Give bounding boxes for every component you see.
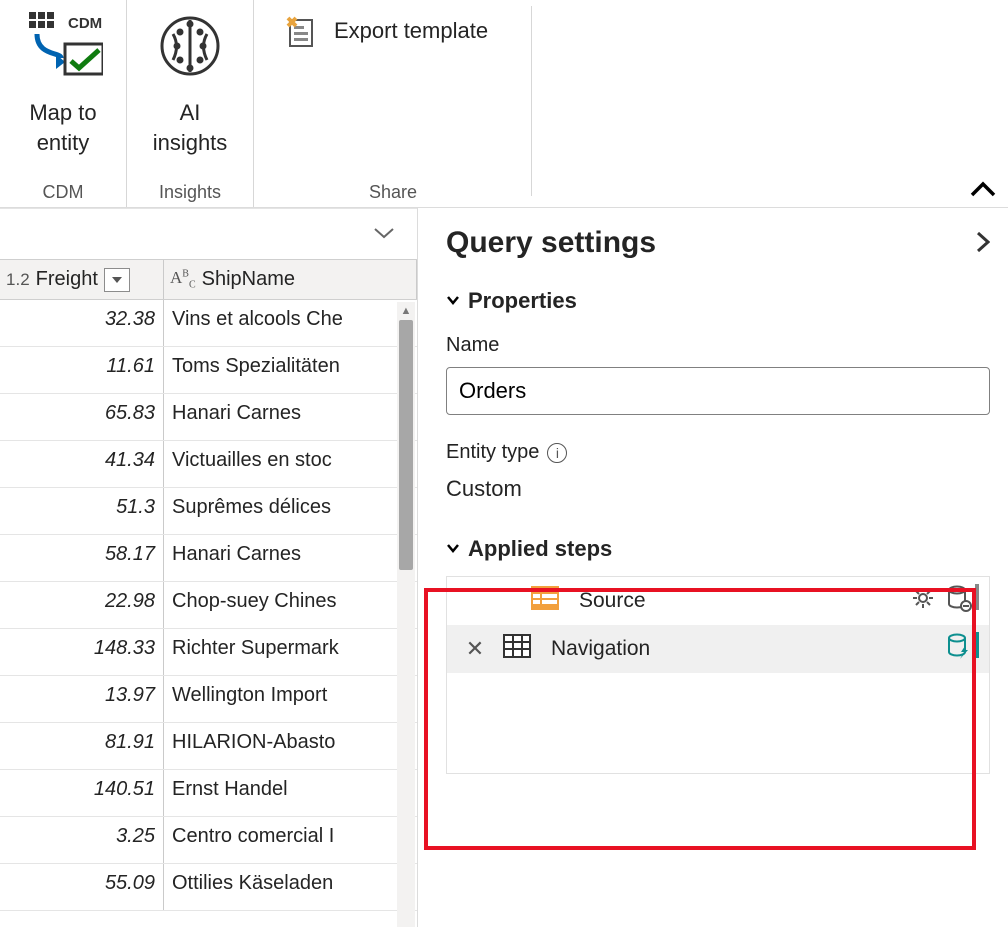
entity-type-label: Entity type (446, 441, 539, 464)
cell-freight[interactable]: 58.17 (0, 535, 164, 581)
cell-shipname[interactable]: Centro comercial I (164, 817, 417, 863)
body: 1.2 Freight ABC ShipName 32.38Vins et al… (0, 208, 1008, 927)
step-type-icon (499, 634, 535, 664)
data-preview-pane: 1.2 Freight ABC ShipName 32.38Vins et al… (0, 208, 418, 927)
table-row[interactable]: 55.09Ottilies Käseladen (0, 864, 417, 911)
grid-body[interactable]: 32.38Vins et alcools Che11.61Toms Spezia… (0, 300, 417, 927)
ribbon-group-label-insights: Insights (127, 182, 253, 203)
cell-shipname[interactable]: Suprêmes délices (164, 488, 417, 534)
step-name: Source (573, 589, 901, 613)
entity-type-value: Custom (446, 476, 990, 502)
table-row[interactable]: 81.91HILARION-Abasto (0, 723, 417, 770)
cell-shipname[interactable]: Richter Supermark (164, 629, 417, 675)
export-template-label: Export template (334, 18, 488, 44)
export-template-button[interactable]: Export template (272, 6, 498, 56)
cell-shipname[interactable]: Toms Spezialitäten (164, 347, 417, 393)
cell-freight[interactable]: 13.97 (0, 676, 164, 722)
applied-step[interactable]: ✕ Navigation (447, 625, 989, 673)
cell-freight[interactable]: 11.61 (0, 347, 164, 393)
cell-shipname[interactable]: Hanari Carnes (164, 394, 417, 440)
ribbon-group-insights: AIinsights Insights (127, 0, 254, 207)
datasource-icon[interactable] (945, 584, 979, 618)
table-row[interactable]: 41.34Victuailles en stoc (0, 441, 417, 488)
table-row[interactable]: 11.61Toms Spezialitäten (0, 347, 417, 394)
scroll-thumb[interactable] (399, 320, 413, 570)
table-row[interactable]: 51.3Suprêmes délices (0, 488, 417, 535)
text-type-icon: ABC (170, 268, 196, 290)
gear-icon[interactable] (911, 586, 935, 616)
cell-shipname[interactable]: Vins et alcools Che (164, 300, 417, 346)
cell-shipname[interactable]: Ottilies Käseladen (164, 864, 417, 910)
ribbon-group-label-cdm: CDM (0, 182, 126, 203)
formula-bar-expand-icon[interactable] (373, 223, 395, 246)
column-filter-button[interactable] (104, 268, 130, 292)
table-row[interactable]: 148.33Richter Supermark (0, 629, 417, 676)
map-to-entity-icon: CDM (18, 6, 108, 92)
export-template-icon (282, 12, 320, 50)
scroll-up-icon[interactable]: ▲ (397, 302, 415, 320)
column-header-freight[interactable]: 1.2 Freight (0, 260, 164, 299)
cell-shipname[interactable]: HILARION-Abasto (164, 723, 417, 769)
applied-steps-list: Source ✕ Navigation (446, 576, 990, 774)
table-row[interactable]: 65.83Hanari Carnes (0, 394, 417, 441)
ai-insights-button[interactable]: AIinsights (145, 6, 235, 157)
step-type-icon (527, 586, 563, 616)
decimal-type-icon: 1.2 (6, 270, 30, 290)
cell-freight[interactable]: 51.3 (0, 488, 164, 534)
cell-shipname[interactable]: Ernst Handel (164, 770, 417, 816)
step-name: Navigation (545, 637, 925, 661)
table-row[interactable]: 3.25Centro comercial I (0, 817, 417, 864)
ribbon: CDM Map toentity CDM (0, 0, 1008, 208)
query-settings-expand-icon[interactable] (976, 230, 990, 257)
cell-shipname[interactable]: Hanari Carnes (164, 535, 417, 581)
chevron-down-icon (446, 540, 460, 558)
cell-freight[interactable]: 3.25 (0, 817, 164, 863)
delete-step-icon[interactable]: ✕ (461, 636, 489, 662)
ribbon-group-cdm: CDM Map toentity CDM (0, 0, 127, 207)
cell-freight[interactable]: 22.98 (0, 582, 164, 628)
datasource-icon[interactable] (945, 632, 979, 666)
table-row[interactable]: 22.98Chop-suey Chines (0, 582, 417, 629)
cell-shipname[interactable]: Chop-suey Chines (164, 582, 417, 628)
info-icon[interactable]: i (547, 443, 567, 463)
column-header-shipname[interactable]: ABC ShipName (164, 260, 417, 299)
svg-text:CDM: CDM (68, 15, 102, 32)
cell-freight[interactable]: 65.83 (0, 394, 164, 440)
name-label: Name (446, 334, 990, 357)
ai-insights-label: AIinsights (153, 98, 228, 157)
grid-header-row: 1.2 Freight ABC ShipName (0, 260, 417, 300)
cell-shipname[interactable]: Wellington Import (164, 676, 417, 722)
cell-freight[interactable]: 32.38 (0, 300, 164, 346)
table-row[interactable]: 140.51Ernst Handel (0, 770, 417, 817)
ribbon-collapse-button[interactable] (970, 175, 996, 201)
cell-freight[interactable]: 55.09 (0, 864, 164, 910)
cell-freight[interactable]: 81.91 (0, 723, 164, 769)
ai-insights-icon (145, 6, 235, 92)
query-name-input[interactable] (446, 367, 990, 415)
cell-freight[interactable]: 41.34 (0, 441, 164, 487)
table-row[interactable]: 58.17Hanari Carnes (0, 535, 417, 582)
ribbon-group-label-share: Share (254, 182, 532, 203)
cell-freight[interactable]: 140.51 (0, 770, 164, 816)
vertical-scrollbar[interactable]: ▲ (397, 302, 415, 927)
chevron-down-icon (446, 292, 460, 310)
query-settings-title: Query settings (446, 226, 656, 260)
applied-steps-section-header[interactable]: Applied steps (446, 536, 990, 562)
map-to-entity-button[interactable]: CDM Map toentity (18, 6, 108, 157)
applied-step[interactable]: Source (447, 577, 989, 625)
table-row[interactable]: 13.97Wellington Import (0, 676, 417, 723)
properties-section-header[interactable]: Properties (446, 288, 990, 314)
formula-bar[interactable] (0, 208, 417, 260)
table-row[interactable]: 32.38Vins et alcools Che (0, 300, 417, 347)
ribbon-group-share: Export template Share (254, 0, 532, 207)
query-settings-pane: Query settings Properties Name Entity ty… (418, 208, 1008, 927)
cell-shipname[interactable]: Victuailles en stoc (164, 441, 417, 487)
map-to-entity-label: Map toentity (29, 98, 96, 157)
cell-freight[interactable]: 148.33 (0, 629, 164, 675)
